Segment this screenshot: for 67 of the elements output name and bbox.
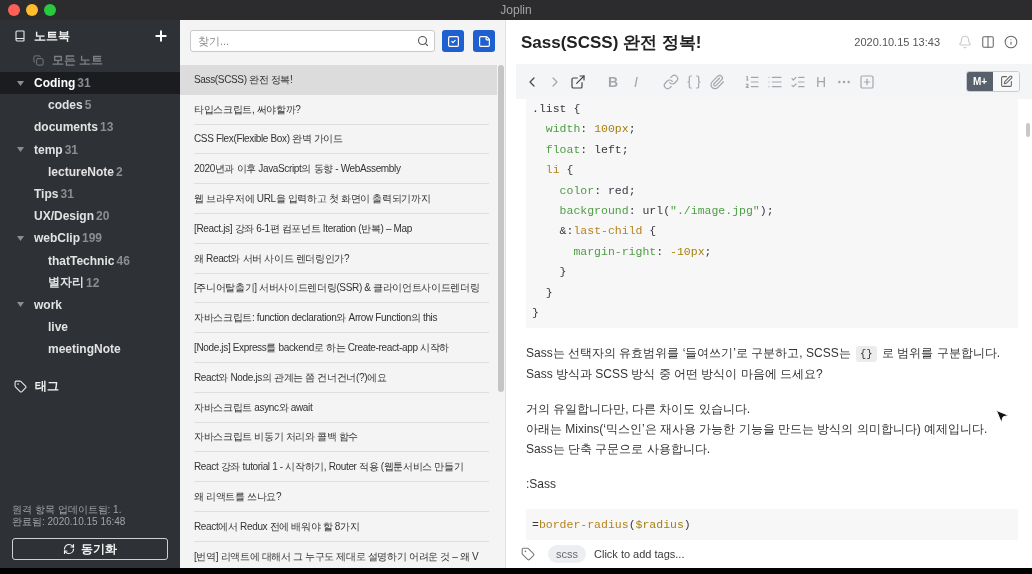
notebook-item[interactable]: codes 5	[0, 94, 180, 117]
zoom-button[interactable]	[44, 4, 56, 16]
external-link-icon[interactable]	[570, 73, 586, 90]
sync-status-text: 원격 항목 업데이트됨: 1.	[11, 504, 123, 516]
notebook-item[interactable]: work	[0, 293, 180, 317]
notebook-icon	[14, 30, 26, 42]
scroll-thumb[interactable]	[1026, 123, 1030, 137]
code-line: color: red;	[558, 182, 637, 199]
notebook-item[interactable]: Tips 31	[0, 182, 180, 206]
caret-icon[interactable]	[17, 302, 24, 308]
sync-icon	[63, 543, 75, 555]
notebook-item[interactable]: documents 13	[0, 116, 180, 139]
code-line: }	[544, 284, 554, 301]
editor-toggle[interactable]	[993, 72, 1019, 91]
sync-button[interactable]: 동기화	[12, 538, 168, 560]
paragraph: Sass는 선택자의 유효범위를 ‘들여쓰기’로 구분하고, SCSS는 {} 로 범위를 구분합니다. Sass 방식과 SCSS 방식 중 어떤 방식이 마음에 드세요?	[526, 345, 1000, 384]
notebook-item[interactable]: temp 31	[0, 138, 180, 161]
note-title: Sass(SCSS) 완전 정복!	[521, 31, 702, 54]
code-line: float: left;	[544, 141, 630, 158]
code-line: margin-right: -10px;	[572, 243, 713, 260]
sync-status-text: 완료됨: 2020.10.15 16:48	[11, 516, 127, 528]
notebook-item[interactable]: Coding 31	[0, 72, 180, 95]
tags-heading[interactable]: 태그	[35, 377, 59, 395]
search-icon	[417, 35, 429, 47]
plus-icon[interactable]	[153, 28, 169, 44]
code-line: width: 100px;	[544, 121, 637, 138]
new-todo-button[interactable]	[442, 30, 464, 52]
tag-icon	[14, 379, 27, 393]
scroll-thumb[interactable]	[498, 65, 504, 392]
info-icon[interactable]	[1004, 35, 1018, 49]
search-field[interactable]: 찾기...	[190, 30, 435, 52]
edit-icon	[999, 75, 1013, 88]
notebook-item[interactable]: thatTechnic 46	[0, 249, 180, 272]
caret-icon[interactable]	[17, 235, 24, 241]
caret-icon[interactable]	[17, 80, 24, 86]
code-line: background: url("./image.jpg");	[558, 203, 775, 220]
checkbox-icon	[446, 34, 460, 48]
note-date: 2020.10.15 13:43	[854, 36, 940, 48]
notebooks-heading: 노트북	[34, 27, 70, 45]
note-icon	[477, 34, 491, 48]
minimize-button[interactable]	[26, 4, 38, 16]
code-line: .list {	[532, 101, 582, 117]
code-line: &:last-child {	[558, 223, 658, 240]
notes-icon	[33, 54, 44, 66]
close-button[interactable]	[8, 4, 20, 16]
columns-icon[interactable]	[981, 35, 995, 49]
code-line: li {	[544, 162, 575, 179]
notebook-item[interactable]: webClip 199	[0, 227, 180, 250]
mouse-pointer-icon	[994, 408, 1010, 424]
code-line: }	[558, 264, 568, 281]
paragraph: 거의 유일합니다만, 다른 차이도 있습니다. 아래는 Mixins(‘믹스인’은 재사용 가능한 기능을 만드는 방식의 의미합니다) 예제입니다. Sass는 단축 구문으로 사용합니다.	[526, 401, 988, 459]
notebook-item[interactable]: lectureNote 2	[0, 160, 180, 183]
note-tag[interactable]: scss	[548, 545, 586, 563]
tag-input[interactable]: Click to add tags...	[594, 548, 744, 560]
code-line: }	[532, 305, 540, 322]
notebook-item[interactable]: meetingNote	[0, 338, 180, 361]
notebook-item[interactable]: UX/Design 20	[0, 205, 180, 228]
window-title: Joplin	[500, 3, 532, 17]
markdown-toggle[interactable]: M+	[967, 72, 993, 91]
note-list-item[interactable]: Sass(SCSS) 완전 정복!	[180, 65, 497, 95]
notebook-item[interactable]: 별자리 12	[0, 271, 180, 294]
caret-icon[interactable]	[17, 147, 24, 153]
new-note-button[interactable]	[473, 30, 495, 52]
tag-icon	[521, 547, 535, 561]
code-line: =border-radius($radius)	[532, 517, 692, 534]
notebook-item[interactable]: live	[0, 316, 180, 339]
paragraph: :Sass	[526, 476, 556, 494]
